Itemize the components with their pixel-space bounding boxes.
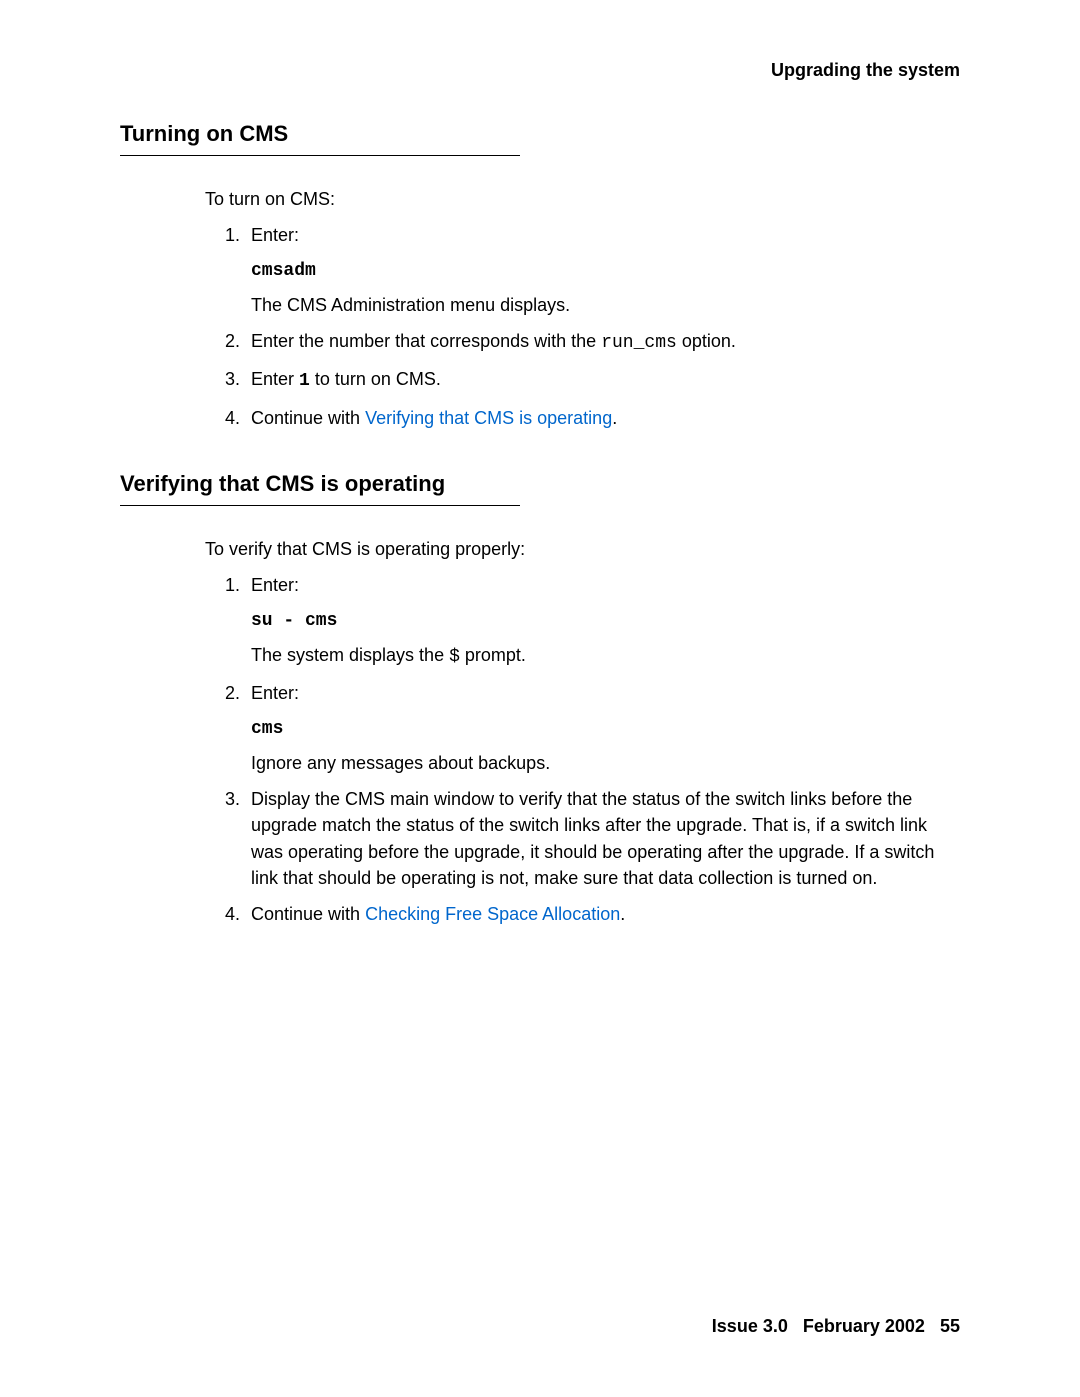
list-after-text: Ignore any messages about backups. bbox=[251, 750, 960, 776]
intro-text: To turn on CMS: bbox=[205, 186, 960, 212]
list-after-text: The CMS Administration menu displays. bbox=[251, 292, 960, 318]
list-text-post: . bbox=[612, 408, 617, 428]
list-text-pre: Continue with bbox=[251, 904, 365, 924]
list-text-post: . bbox=[620, 904, 625, 924]
page-footer: Issue 3.0 February 2002 55 bbox=[712, 1316, 960, 1337]
list-text-pre: Enter the number that corresponds with t… bbox=[251, 331, 601, 351]
page-header: Upgrading the system bbox=[120, 60, 960, 81]
list-number: 2. bbox=[225, 680, 240, 706]
list-item: 4. Continue with Checking Free Space All… bbox=[225, 901, 960, 927]
list-item: 3. Display the CMS main window to verify… bbox=[225, 786, 960, 890]
list-number: 3. bbox=[225, 366, 240, 392]
list-item: 1. Enter: su - cms The system displays t… bbox=[225, 572, 960, 670]
code-dollar: $ bbox=[449, 647, 460, 667]
heading-rule bbox=[120, 155, 520, 156]
list-text-pre: Enter bbox=[251, 369, 299, 389]
section-heading-turning-on-cms: Turning on CMS bbox=[120, 121, 960, 147]
list-number: 4. bbox=[225, 901, 240, 927]
list-item: 4. Continue with Verifying that CMS is o… bbox=[225, 405, 960, 431]
list-item: 3. Enter 1 to turn on CMS. bbox=[225, 366, 960, 394]
list-after-pre: The system displays the bbox=[251, 645, 449, 665]
code-run-cms: run_cms bbox=[601, 333, 677, 353]
list-number: 4. bbox=[225, 405, 240, 431]
footer-issue: Issue 3.0 bbox=[712, 1316, 788, 1336]
list-number: 3. bbox=[225, 786, 240, 812]
intro-text: To verify that CMS is operating properly… bbox=[205, 536, 960, 562]
link-verifying-cms[interactable]: Verifying that CMS is operating bbox=[365, 408, 612, 428]
heading-rule bbox=[120, 505, 520, 506]
list-text: Enter: bbox=[251, 683, 299, 703]
code-one: 1 bbox=[299, 371, 310, 391]
section-heading-verifying-cms: Verifying that CMS is operating bbox=[120, 471, 960, 497]
list-item: 2. Enter: cms Ignore any messages about … bbox=[225, 680, 960, 776]
footer-page: 55 bbox=[940, 1316, 960, 1336]
list-item: 1. Enter: cmsadm The CMS Administration … bbox=[225, 222, 960, 318]
link-checking-free-space[interactable]: Checking Free Space Allocation bbox=[365, 904, 620, 924]
list-text-pre: Continue with bbox=[251, 408, 365, 428]
footer-date: February 2002 bbox=[803, 1316, 925, 1336]
code-su-cms: su - cms bbox=[251, 611, 337, 631]
list-number: 2. bbox=[225, 328, 240, 354]
list-text: Enter: bbox=[251, 225, 299, 245]
list-text: Enter: bbox=[251, 575, 299, 595]
list-item: 2. Enter the number that corresponds wit… bbox=[225, 328, 960, 356]
code-cmsadm: cmsadm bbox=[251, 261, 316, 281]
list-text-post: to turn on CMS. bbox=[310, 369, 441, 389]
list-number: 1. bbox=[225, 572, 240, 598]
list-text: Display the CMS main window to verify th… bbox=[251, 789, 934, 887]
code-cms: cms bbox=[251, 719, 283, 739]
list-after-post: prompt. bbox=[460, 645, 526, 665]
list-number: 1. bbox=[225, 222, 240, 248]
list-text-post: option. bbox=[677, 331, 736, 351]
